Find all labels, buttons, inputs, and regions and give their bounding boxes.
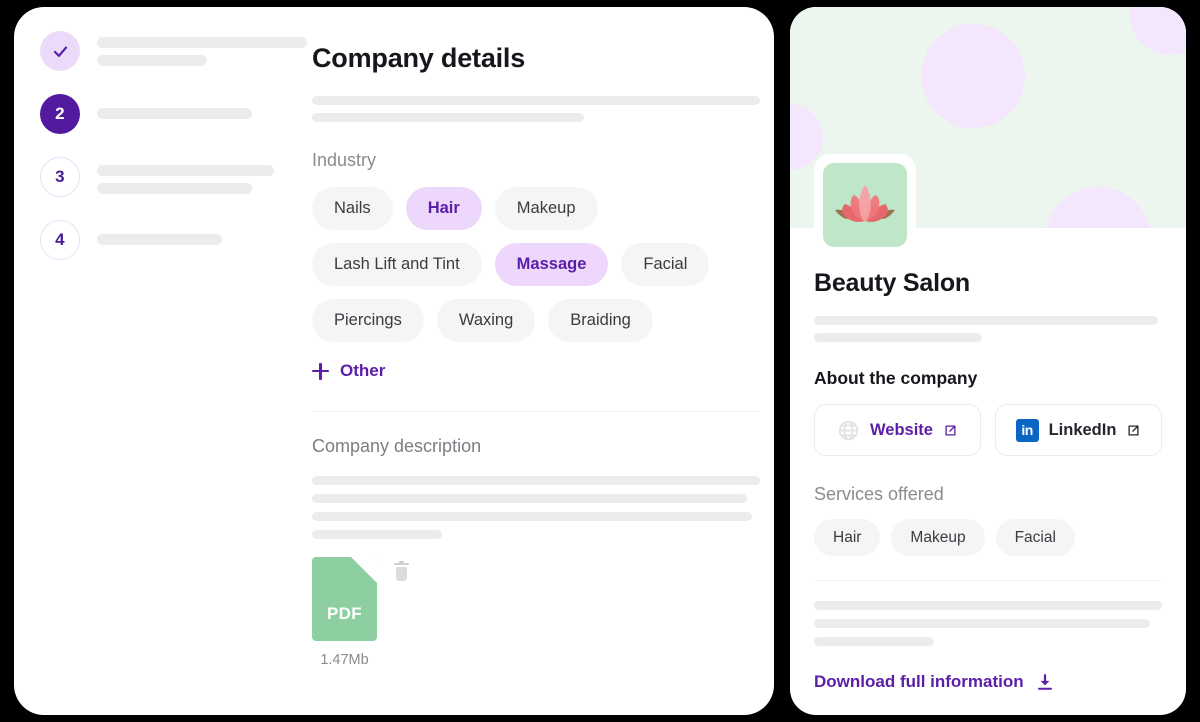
skeleton-line	[814, 316, 1158, 325]
pdf-icon-shape: PDF	[312, 556, 377, 641]
add-other-label: Other	[340, 361, 386, 380]
skeleton-line	[312, 511, 752, 521]
globe-icon	[838, 420, 859, 440]
banner-circle-decoration	[1130, 7, 1186, 55]
pdf-type-label: PDF	[327, 603, 362, 623]
pdf-file-icon[interactable]: PDF	[312, 556, 377, 641]
company-details-card: 2 3 4 Company details Industry Nails Hai…	[14, 7, 774, 715]
company-logo-frame	[814, 154, 916, 256]
step-1-lines	[97, 31, 307, 73]
skeleton-line	[312, 493, 747, 503]
skeleton-line	[814, 637, 934, 646]
service-chip-hair[interactable]: Hair	[814, 519, 881, 556]
industry-chip-massage[interactable]: Massage	[494, 243, 609, 286]
page-title: Company details	[312, 43, 526, 73]
plus-icon	[312, 362, 329, 380]
about-the-company-title: About the company	[814, 368, 978, 388]
company-logo-tile	[823, 163, 907, 247]
industry-chip-piercings[interactable]: Piercings	[312, 299, 424, 342]
linkedin-link-label: LinkedIn	[1048, 420, 1117, 439]
website-link-label: Website	[870, 420, 933, 439]
app-canvas: 2 3 4 Company details Industry Nails Hai…	[0, 0, 1200, 722]
step-4-lines	[97, 220, 290, 252]
skeleton-line	[97, 108, 252, 119]
industry-chip-facial[interactable]: Facial	[621, 243, 710, 286]
company-name-skeleton	[814, 316, 1162, 342]
section-divider	[312, 410, 760, 412]
external-link-icon	[1128, 424, 1139, 436]
linkedin-icon: in	[1015, 418, 1039, 442]
service-chip-makeup[interactable]: Makeup	[891, 519, 985, 556]
preview-divider	[814, 580, 1162, 581]
step-2-circle[interactable]: 2	[40, 94, 80, 134]
download-full-information-button[interactable]: Download full information	[814, 672, 1054, 692]
industry-chip-hair[interactable]: Hair	[405, 187, 482, 230]
services-chip-group: Hair Makeup Facial	[814, 519, 1162, 556]
skeleton-line	[814, 333, 982, 342]
industry-chip-lash-lift-and-tint[interactable]: Lash Lift and Tint	[312, 243, 482, 286]
footer-skeleton	[814, 601, 1162, 646]
skeleton-line	[97, 183, 252, 194]
industry-chip-makeup[interactable]: Makeup	[494, 187, 598, 230]
download-label: Download full information	[814, 672, 1024, 691]
step-3-circle[interactable]: 3	[40, 157, 80, 197]
skeleton-line	[97, 55, 207, 66]
skeleton-line	[312, 475, 760, 485]
external-links-row: Website in LinkedIn	[814, 404, 1162, 456]
attached-file: PDF 1.47Mb	[312, 556, 432, 668]
stepper-step-3[interactable]: 3	[40, 157, 290, 220]
description-skeleton	[312, 475, 760, 539]
skeleton-line	[814, 601, 1162, 610]
skeleton-line	[312, 529, 442, 539]
trash-lid	[394, 562, 409, 565]
stepper-step-4[interactable]: 4	[40, 220, 290, 283]
skeleton-line	[97, 165, 274, 176]
skeleton-line	[312, 96, 760, 105]
industry-chip-group: Nails Hair Makeup Lash Lift and Tint Mas…	[312, 187, 760, 342]
download-icon	[1037, 674, 1052, 690]
skeleton-line	[814, 619, 1150, 628]
industry-label: Industry	[312, 150, 377, 170]
external-link-icon	[945, 424, 956, 436]
onboarding-stepper: 2 3 4	[40, 31, 307, 283]
skeleton-line	[97, 234, 222, 245]
industry-chip-nails[interactable]: Nails	[312, 187, 393, 230]
file-size-label: 1.47Mb	[320, 651, 369, 668]
pdf-fold-corner	[351, 556, 377, 583]
check-icon	[53, 45, 67, 57]
company-name: Beauty Salon	[814, 269, 970, 297]
stepper-step-1[interactable]	[40, 31, 307, 94]
trash-icon[interactable]	[394, 560, 409, 582]
company-description-label: Company description	[312, 435, 482, 456]
service-chip-facial[interactable]: Facial	[995, 519, 1075, 556]
trash-body	[395, 566, 408, 581]
linkedin-link-button[interactable]: in LinkedIn	[995, 404, 1162, 456]
step-3-lines	[97, 157, 290, 201]
step-2-lines	[97, 94, 290, 126]
skeleton-line	[312, 113, 584, 122]
step-1-circle[interactable]	[40, 31, 80, 71]
industry-chip-braiding[interactable]: Braiding	[548, 299, 653, 342]
website-link-button[interactable]: Website	[814, 404, 981, 456]
preview-body: Beauty Salon About the company Website i…	[790, 269, 1186, 692]
stepper-step-2[interactable]: 2	[40, 94, 290, 157]
title-skeleton	[312, 96, 760, 122]
skeleton-line	[97, 37, 307, 48]
banner-circle-decoration	[1045, 187, 1151, 228]
banner-circle-decoration	[921, 24, 1025, 128]
step-4-circle[interactable]: 4	[40, 220, 80, 260]
lotus-flower-logo-icon	[835, 185, 895, 222]
industry-chip-waxing[interactable]: Waxing	[436, 299, 536, 342]
services-offered-label: Services offered	[814, 484, 944, 504]
details-main-column: Company details Industry Nails Hair Make…	[312, 43, 760, 668]
company-preview-card: Beauty Salon About the company Website i…	[790, 7, 1186, 715]
add-other-industry-button[interactable]: Other	[312, 361, 385, 381]
